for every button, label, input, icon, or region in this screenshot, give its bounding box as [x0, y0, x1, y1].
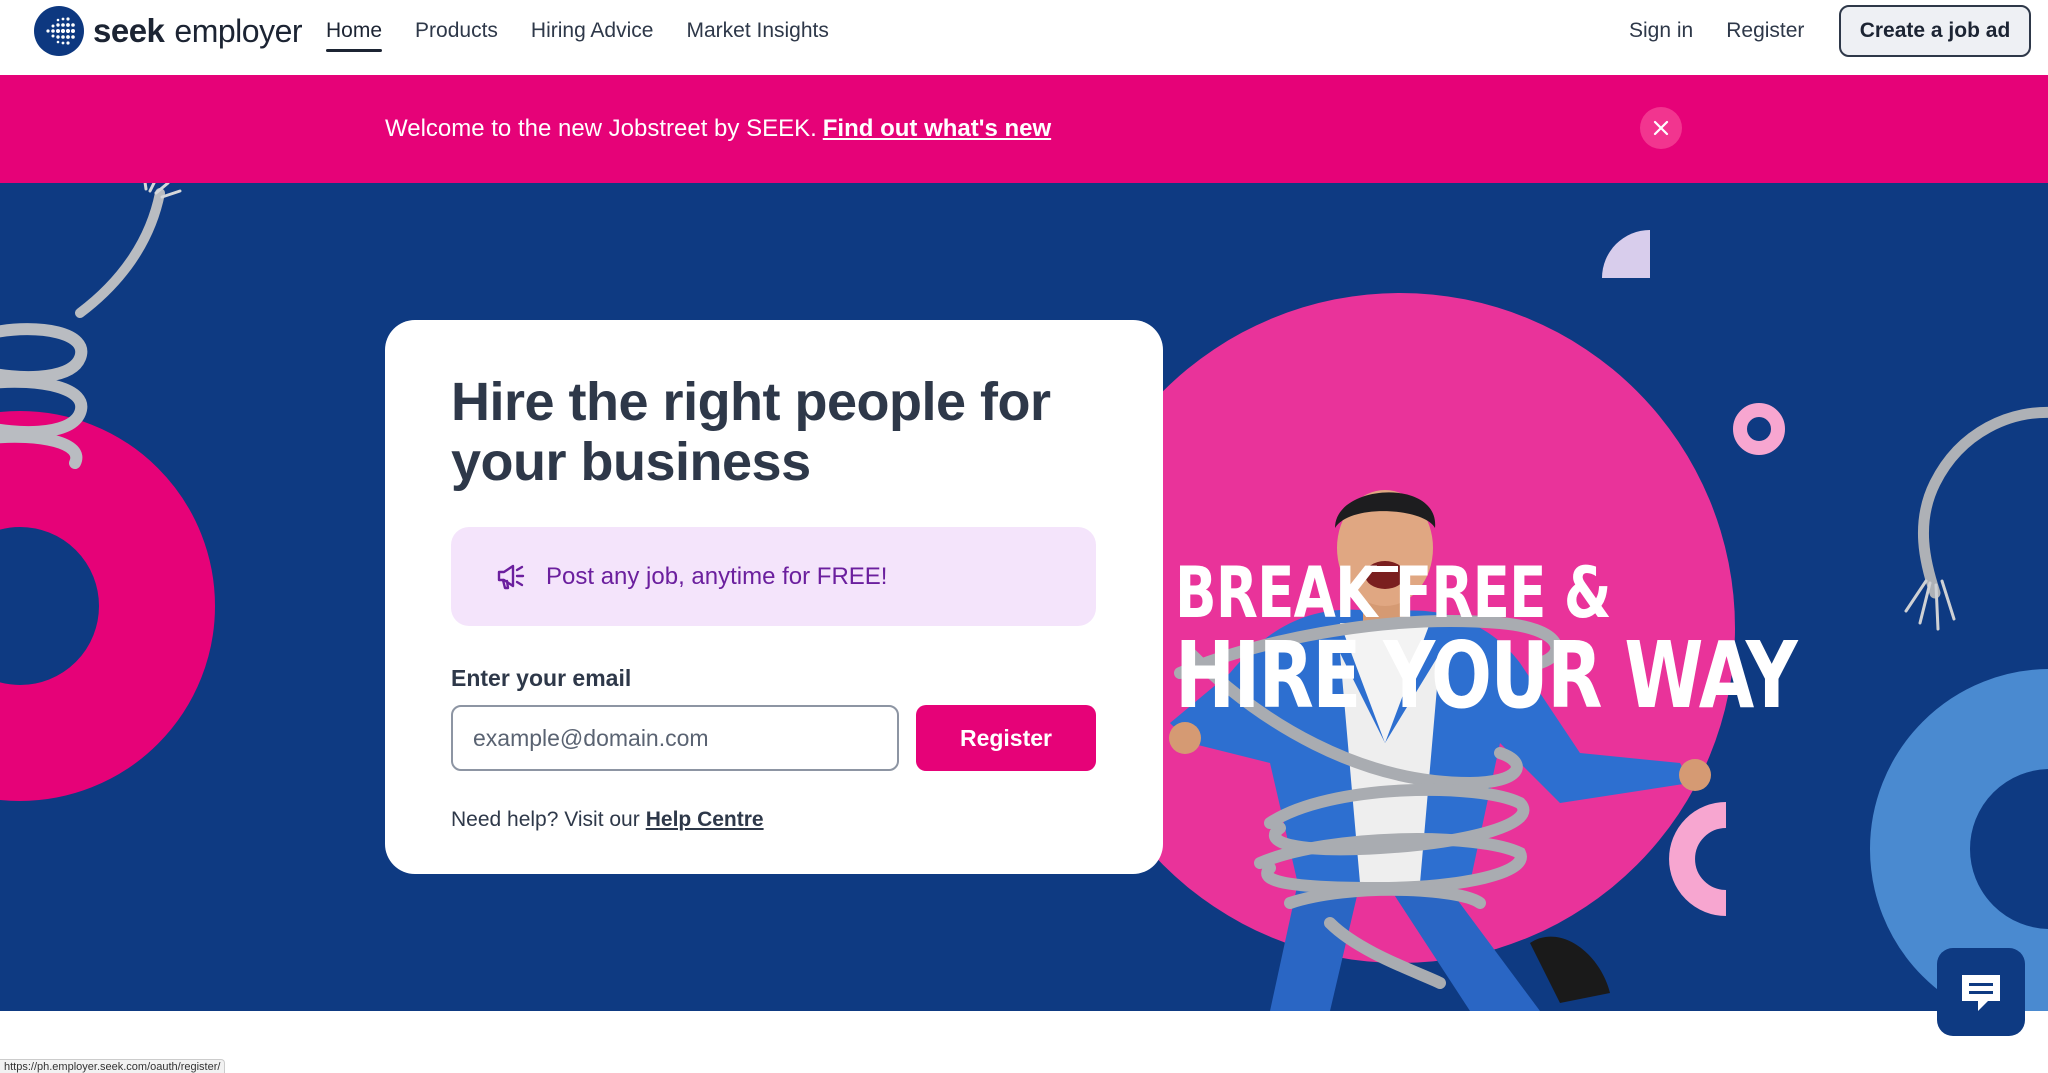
help-text: Need help? Visit our Help Centre — [451, 808, 764, 832]
promo-text: Post any job, anytime for FREE! — [546, 562, 888, 590]
help-prefix: Need help? Visit our — [451, 808, 640, 831]
register-link[interactable]: Register — [1726, 19, 1804, 43]
header-account-links: Sign in Register — [1629, 0, 1837, 62]
small-pink-ring — [1733, 403, 1785, 455]
register-button[interactable]: Register — [916, 705, 1096, 771]
slogan-line-2: HIRE YOUR WAY — [1175, 622, 1798, 729]
free-job-promo: Post any job, anytime for FREE! — [451, 527, 1096, 626]
status-bar-url: https://ph.employer.seek.com/oauth/regis… — [0, 1059, 226, 1073]
chat-icon — [1962, 975, 2000, 1011]
page-below-hero — [0, 1011, 2048, 1073]
slogan-line-1: BREAK FREE & — [1175, 552, 1612, 634]
banner-find-out-link[interactable]: Find out what's new — [823, 115, 1051, 142]
blue-ring-right — [1870, 669, 2048, 1011]
register-card: Hire the right people for your business … — [385, 320, 1163, 874]
site-header: seek employer Home Products Hiring Advic… — [0, 0, 2048, 75]
lavender-quarter-shape — [1602, 230, 1650, 278]
banner-close-button[interactable] — [1640, 107, 1682, 149]
email-input[interactable] — [451, 705, 899, 771]
seek-employer-logo[interactable]: seek employer — [34, 6, 303, 56]
email-label: Enter your email — [451, 665, 632, 691]
logo-employer-text: employer — [174, 12, 303, 49]
pink-half-ring — [1669, 802, 1727, 916]
banner-message: Welcome to the new Jobstreet by SEEK. Fin… — [385, 115, 1051, 143]
sign-in-link[interactable]: Sign in — [1629, 19, 1693, 43]
banner-text: Welcome to the new Jobstreet by SEEK. — [385, 115, 817, 142]
help-centre-link[interactable]: Help Centre — [646, 808, 764, 831]
megaphone-icon — [497, 564, 525, 589]
rope-right — [1904, 406, 2048, 631]
nav-products[interactable]: Products — [415, 0, 498, 62]
nav-market-insights[interactable]: Market Insights — [686, 0, 828, 62]
seek-logo-icon — [34, 6, 84, 56]
nav-home[interactable]: Home — [326, 0, 383, 62]
nav-hiring-advice[interactable]: Hiring Advice — [531, 0, 654, 62]
close-icon — [1653, 120, 1669, 136]
hero-title: Hire the right people for your business — [451, 372, 1051, 492]
main-nav: Home Products Hiring Advice Market Insig… — [326, 0, 862, 62]
pink-ring-left — [0, 411, 215, 801]
hero-slogan: BREAK FREE & HIRE YOUR WAY — [1175, 552, 1798, 729]
create-job-ad-button[interactable]: Create a job ad — [1839, 5, 2031, 57]
chat-button[interactable] — [1937, 948, 2025, 1036]
logo-seek-text: seek — [93, 12, 165, 49]
announcement-banner: Welcome to the new Jobstreet by SEEK. Fin… — [0, 75, 2048, 183]
